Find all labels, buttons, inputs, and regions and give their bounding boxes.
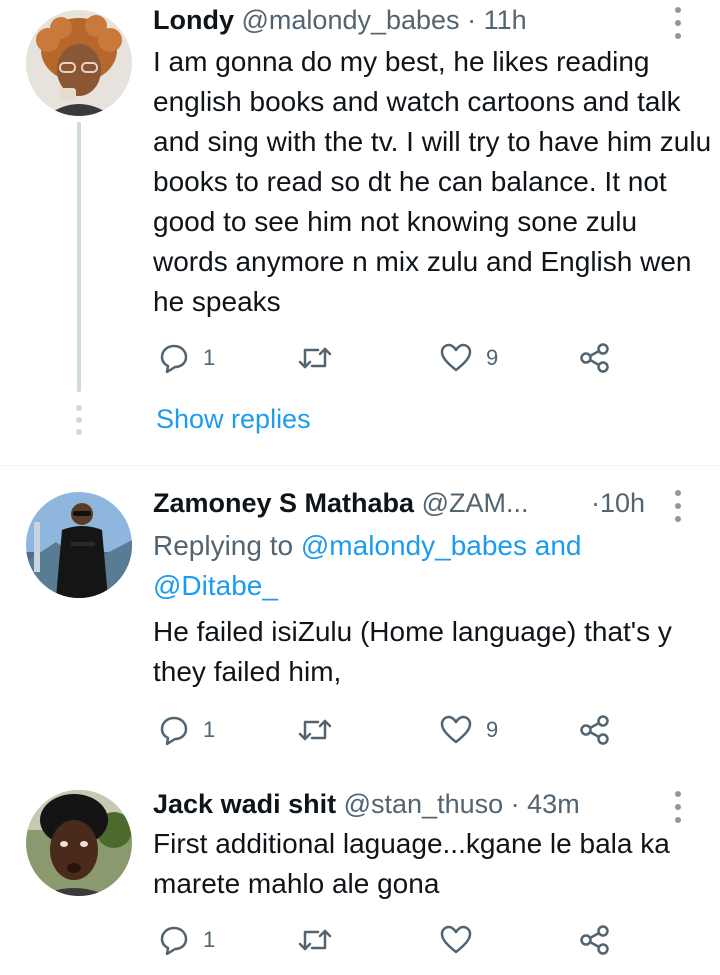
- like-button[interactable]: [440, 920, 486, 960]
- tweet-header: Jack wadi shit @stan_thuso · 43m: [153, 787, 580, 821]
- heart-icon: [440, 715, 472, 744]
- separator-dot: ·: [591, 488, 600, 518]
- timestamp[interactable]: 43m: [527, 789, 580, 819]
- display-name[interactable]: Londy: [153, 5, 234, 35]
- timestamp[interactable]: 11h: [484, 5, 527, 35]
- like-button[interactable]: 9: [440, 710, 498, 750]
- retweet-button[interactable]: [298, 710, 346, 750]
- user-handle[interactable]: @ZAM...: [422, 488, 529, 518]
- share-button[interactable]: [579, 710, 611, 750]
- display-name[interactable]: Jack wadi shit: [153, 789, 336, 819]
- replying-to-label: Replying to: [153, 530, 294, 561]
- tweet-actions: 1 9: [153, 338, 713, 378]
- like-count: 9: [486, 717, 499, 742]
- reply-count: 1: [203, 345, 216, 370]
- mention-link[interactable]: @Ditabe_: [153, 570, 278, 601]
- display-name[interactable]: Zamoney S Mathaba: [153, 488, 414, 518]
- more-options-icon[interactable]: [673, 490, 683, 522]
- reply-button[interactable]: 1: [159, 710, 215, 750]
- retweet-icon: [298, 719, 332, 741]
- tweet-header: Zamoney S Mathaba @ZAM...: [153, 486, 528, 520]
- like-button[interactable]: 9: [440, 338, 498, 378]
- share-icon: [580, 343, 609, 373]
- user-handle[interactable]: @stan_thuso: [344, 789, 504, 819]
- tweet-actions: 1 9: [153, 710, 713, 750]
- tweet-time: ·10h: [591, 486, 645, 520]
- share-button[interactable]: [579, 338, 611, 378]
- thread-line: [77, 122, 81, 392]
- reply-count: 1: [203, 717, 216, 742]
- reply-icon: [160, 926, 188, 955]
- heart-icon: [440, 925, 472, 954]
- reply-icon: [160, 716, 188, 745]
- share-icon: [580, 925, 609, 955]
- mention-link[interactable]: @malondy_babes: [301, 530, 527, 561]
- tweet-zamoney[interactable]: Zamoney S Mathaba @ZAM... ·10h Replying …: [0, 466, 720, 776]
- avatar[interactable]: [26, 10, 132, 116]
- thread-continuation-dots: [74, 405, 84, 435]
- more-options-icon[interactable]: [673, 7, 683, 39]
- reply-icon: [160, 344, 188, 373]
- tweet-text: I am gonna do my best, he likes reading …: [153, 46, 712, 317]
- show-replies-link[interactable]: Show replies: [156, 404, 311, 435]
- share-icon: [580, 715, 609, 745]
- replying-and: and: [534, 530, 582, 561]
- tweet-header: Londy @malondy_babes · 11h: [153, 3, 527, 37]
- more-options-icon[interactable]: [673, 791, 683, 823]
- replying-to: Replying to @malondy_babes and @Ditabe_: [153, 526, 713, 606]
- heart-icon: [440, 343, 472, 372]
- user-handle[interactable]: @malondy_babes: [242, 5, 460, 35]
- reply-button[interactable]: 1: [159, 920, 215, 960]
- retweet-icon: [298, 347, 332, 369]
- tweet-actions: 1: [153, 920, 713, 960]
- avatar[interactable]: [26, 492, 132, 598]
- separator-dot: ·: [467, 5, 477, 35]
- retweet-button[interactable]: [298, 338, 346, 378]
- retweet-button[interactable]: [298, 920, 346, 960]
- tweet-londy[interactable]: Londy @malondy_babes · 11h I am gonna do…: [0, 0, 720, 465]
- timestamp[interactable]: 10h: [600, 488, 645, 518]
- reply-count: 1: [203, 927, 216, 952]
- separator-dot: ·: [510, 789, 520, 819]
- tweet-text: First additional laguage...kgane le bala…: [153, 828, 670, 899]
- avatar[interactable]: [26, 790, 132, 896]
- share-button[interactable]: [579, 920, 611, 960]
- tweet-text: He failed isiZulu (Home language) that's…: [153, 616, 672, 687]
- retweet-icon: [298, 929, 332, 951]
- like-count: 9: [486, 345, 499, 370]
- tweet-jack[interactable]: Jack wadi shit @stan_thuso · 43m First a…: [0, 776, 720, 975]
- reply-button[interactable]: 1: [159, 338, 215, 378]
